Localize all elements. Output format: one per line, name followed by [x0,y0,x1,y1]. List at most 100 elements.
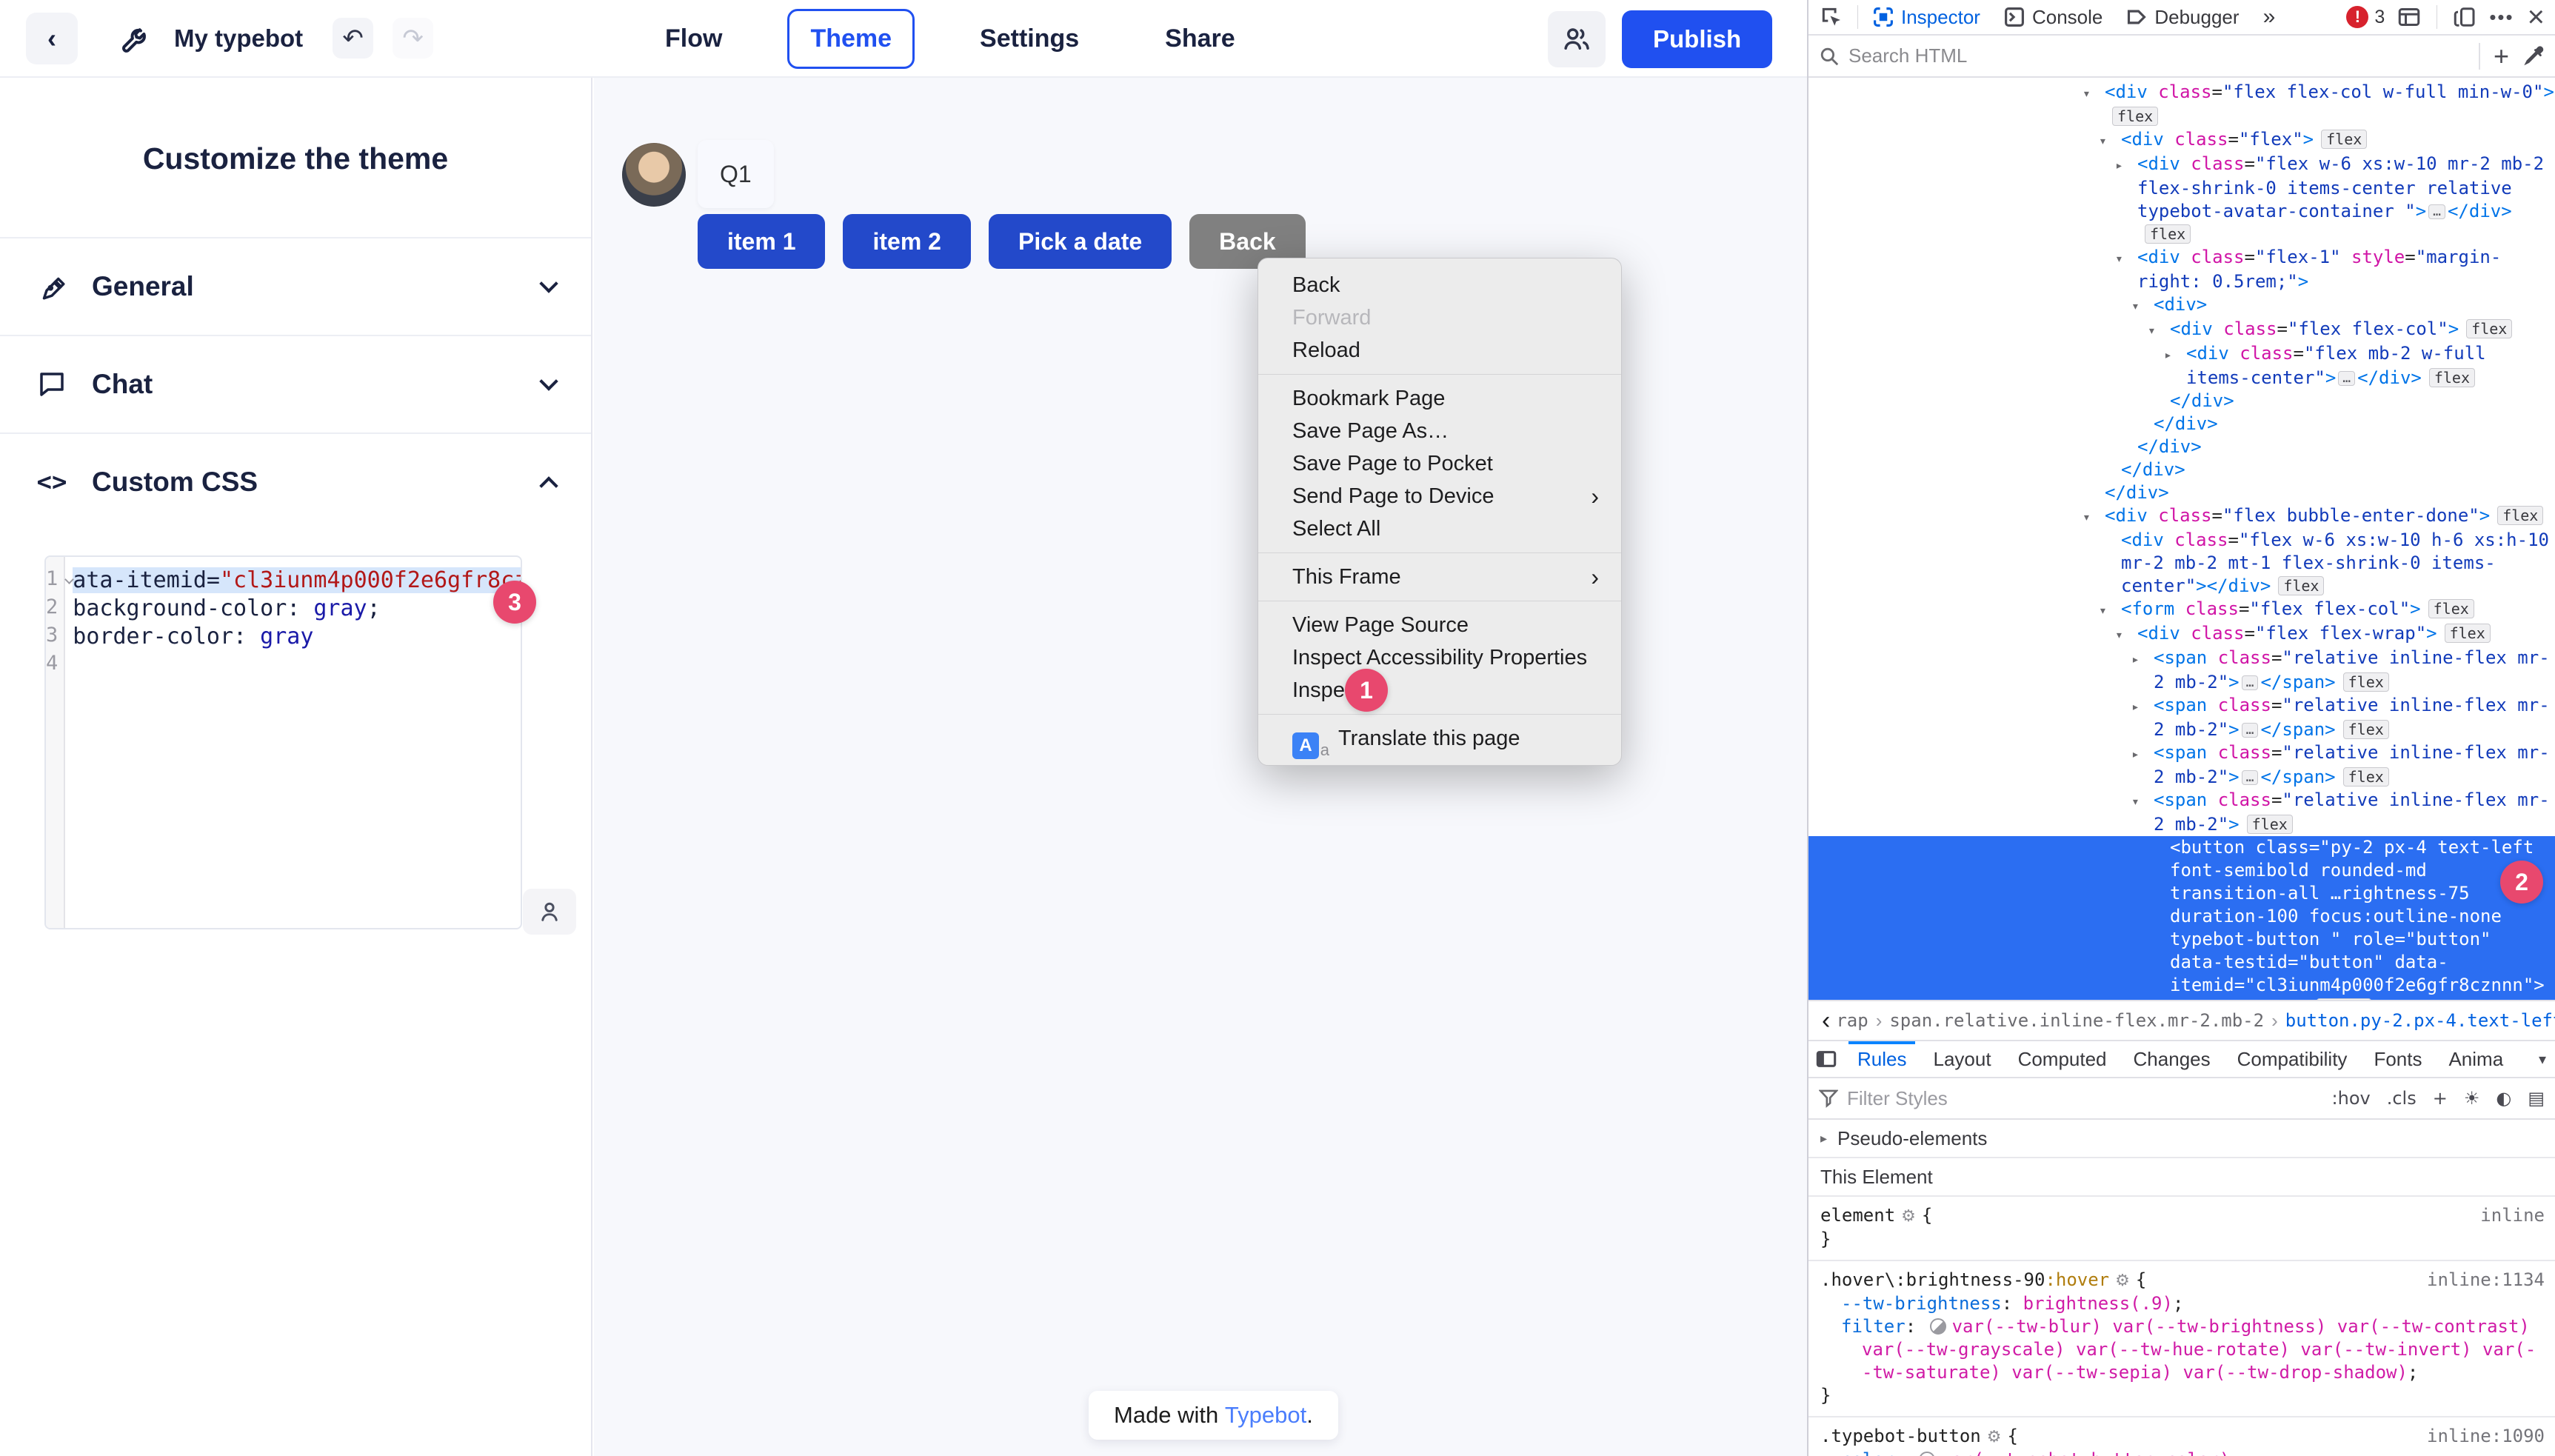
expand-arrow-icon[interactable]: ▾ [2148,319,2170,342]
dom-node[interactable]: <div class="flex w-6 xs:w-10 h-6 xs:h-10… [1808,529,2555,598]
dom-node[interactable]: ▾<div class="flex flex-col">flex [1808,318,2555,342]
menu-item-reload[interactable]: Reload [1258,334,1621,367]
css-rule[interactable]: .hover\:brightness-90:hover⚙{inline:1134… [1808,1261,2555,1417]
element-picker-button[interactable] [1808,0,1854,34]
menu-item-save-page-as-[interactable]: Save Page As… [1258,415,1621,447]
collapsed-content-icon[interactable]: … [2242,675,2259,690]
devtools-tab-console[interactable]: Console [1992,0,2114,34]
preview-user-button[interactable] [523,889,576,935]
dom-node[interactable]: ▾<form class="flex flex-col">flex [1808,598,2555,622]
style-toggle-1[interactable]: .cls [2387,1088,2417,1109]
event-badge[interactable]: event [2317,998,2371,1000]
rule-source-location[interactable]: inline [2480,1204,2545,1227]
chat-button-pick-a-date[interactable]: Pick a date [989,214,1172,269]
close-devtools-icon[interactable]: × [2528,1,2545,34]
dom-node[interactable]: <button class="py-2 px-4 text-left font-… [1808,836,2555,1000]
style-toggle-4[interactable]: ◐ [2496,1088,2511,1109]
bot-preview-area[interactable]: Q1 item 1item 2Pick a dateBack Made with… [594,78,1807,1456]
code-line[interactable]: background-color: gray; [73,595,522,624]
menu-item-inspect[interactable]: Inspect [1258,674,1621,707]
pseudo-elements-header[interactable]: ▸ Pseudo-elements [1808,1120,2555,1158]
made-with-badge[interactable]: Made with Typebot. [1089,1391,1338,1440]
menu-item-back[interactable]: Back [1258,269,1621,301]
flex-badge[interactable]: flex [2343,767,2389,787]
flex-badge[interactable]: flex [2343,672,2389,692]
expand-arrow-icon[interactable]: ▾ [2115,247,2137,270]
search-html-bar[interactable]: Search HTML + [1808,36,2555,78]
devtools-tab-debugger[interactable]: Debugger [2114,0,2251,34]
menu-item-translate-this-page[interactable]: ATranslate this page [1258,722,1621,755]
color-swatch-icon[interactable] [1919,1452,1935,1456]
expand-arrow-icon[interactable]: ▾ [2099,130,2121,153]
chat-button-item-2[interactable]: item 2 [843,214,970,269]
sidebar-section-general[interactable]: General [0,237,591,335]
expand-arrow-icon[interactable]: ▾ [2131,790,2154,813]
dom-node[interactable]: ▾<div class="flex flex-wrap">flex [1808,622,2555,647]
add-node-icon[interactable]: + [2494,41,2509,72]
eyedropper-icon[interactable] [2524,46,2545,67]
filter-styles-bar[interactable]: Filter Styles :hov.cls+☀◐▤ [1808,1078,2555,1120]
dom-node[interactable]: ▸<span class="relative inline-flex mr-2 … [1808,694,2555,741]
code-line[interactable]: border-color: gray [73,624,522,652]
dom-node[interactable]: </div> [1808,390,2555,413]
style-toggle-3[interactable]: ☀ [2464,1088,2480,1109]
rule-source-location[interactable]: inline:1134 [2427,1269,2545,1292]
breadcrumb-item[interactable]: button.py-2.px-4.text-left.font-semibold… [2285,1010,2555,1031]
dom-node[interactable]: ▾<div> [1808,293,2555,318]
panel-tab-layout[interactable]: Layout [1920,1041,2004,1077]
flex-badge[interactable]: flex [2247,815,2293,834]
made-with-brand[interactable]: Typebot [1225,1402,1306,1429]
css-rule[interactable]: element⚙{inline} [1808,1197,2555,1261]
css-rules[interactable]: element⚙{inline}.hover\:brightness-90:ho… [1808,1197,2555,1456]
typebot-title[interactable]: My typebot [174,24,303,53]
menu-item-save-page-to-pocket[interactable]: Save Page to Pocket [1258,447,1621,480]
tab-overflow-caret[interactable]: ▾ [2539,1050,2555,1069]
rule-settings-icon[interactable]: ⚙ [1901,1207,1916,1226]
collaborators-button[interactable] [1548,11,1606,67]
dom-node[interactable]: ▸<div class="flex w-6 xs:w-10 mr-2 mb-2 … [1808,153,2555,246]
breadcrumb-item[interactable]: rap [1836,1010,1868,1031]
css-declaration[interactable]: color: var(--typebot-button-color); [1820,1449,2543,1456]
expand-arrow-icon[interactable]: ▸ [2164,344,2186,367]
menu-item-inspect-accessibility-properties[interactable]: Inspect Accessibility Properties [1258,641,1621,674]
collapsed-content-icon[interactable]: … [2428,204,2445,219]
split-console-icon[interactable] [2398,7,2420,27]
flex-badge[interactable]: flex [2466,319,2512,338]
css-rule[interactable]: .typebot-button⚙{inline:1090color: var(-… [1808,1417,2555,1456]
panel-tab-changes[interactable]: Changes [2120,1041,2224,1077]
sidebar-section-chat[interactable]: Chat [0,335,591,433]
rule-settings-icon[interactable]: ⚙ [2115,1272,2130,1290]
dom-node[interactable]: </div> [1808,413,2555,435]
chat-button-item-1[interactable]: item 1 [698,214,825,269]
dom-node[interactable]: ▾<span class="relative inline-flex mr-2 … [1808,789,2555,836]
panel-tab-computed[interactable]: Computed [2005,1041,2120,1077]
menu-item-view-page-source[interactable]: View Page Source [1258,609,1621,641]
expand-arrow-icon[interactable]: ▾ [2131,295,2154,318]
menu-item-bookmark-page[interactable]: Bookmark Page [1258,382,1621,415]
custom-css-editor[interactable]: 1234 ata-itemid="cl3iunm4p000f2e6gfr8czn… [44,555,522,929]
style-toggle-5[interactable]: ▤ [2528,1088,2545,1109]
flex-badge[interactable]: flex [2321,130,2367,149]
error-count-badge[interactable]: ! 3 [2346,6,2385,28]
dom-node[interactable]: </div> [1808,458,2555,481]
rule-source-location[interactable]: inline:1090 [2427,1425,2545,1448]
expand-arrow-icon[interactable]: ▸ [2131,743,2154,766]
more-tools-button[interactable]: » [2251,0,2288,34]
tab-theme[interactable]: Theme [787,9,915,69]
breadcrumb-item[interactable]: span.relative.inline-flex.mr-2.mb-2 [1889,1010,2264,1031]
expand-arrow-icon[interactable]: ▾ [2083,82,2105,105]
style-toggle-0[interactable]: :hov [2332,1088,2371,1109]
editor-code[interactable]: ata-itemid="cl3iunm4p000f2e6gfr8cznnn"]b… [65,557,522,928]
sidebar-section-custom-css[interactable]: <>Custom CSS [0,433,591,530]
rule-settings-icon[interactable]: ⚙ [1987,1428,2002,1446]
tab-settings[interactable]: Settings [959,11,1100,67]
collapsed-content-icon[interactable]: … [2338,371,2355,386]
flex-badge[interactable]: flex [2145,224,2191,244]
dom-node[interactable]: ▸<span class="relative inline-flex mr-2 … [1808,647,2555,694]
css-declaration[interactable]: --tw-brightness: brightness(.9); [1820,1292,2543,1315]
dom-node[interactable]: ▾<div class="flex flex-col w-full min-w-… [1808,81,2555,128]
css-declaration[interactable]: filter: var(--tw-blur) var(--tw-brightne… [1820,1315,2543,1384]
flex-badge[interactable]: flex [2445,624,2491,643]
panel-tab-fonts[interactable]: Fonts [2360,1041,2435,1077]
dom-node[interactable]: ▾<div class="flex bubble-enter-done">fle… [1808,504,2555,529]
